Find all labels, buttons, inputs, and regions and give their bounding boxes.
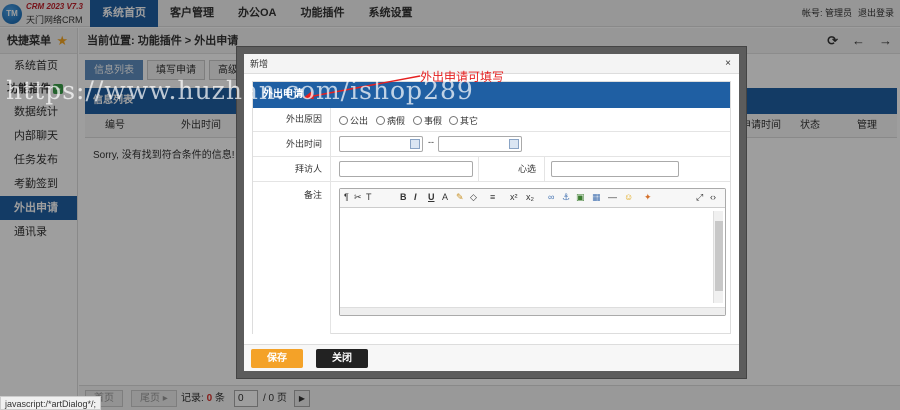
select-label: 心选 [478,157,545,181]
radio-circle[interactable] [376,116,385,125]
note-label: 备注 [253,182,331,334]
fullscreen-icon[interactable]: ⤢ [696,192,703,203]
note-row: 备注 ¶ ✂ T B I U A ✎ ◇ ≡ x² x₂ ∞ ⚓ ▣ ▦ — ☺… [253,182,730,334]
reason-personal-label: 事假 [424,116,443,126]
clear-format-icon[interactable]: ✂ [354,192,362,203]
reason-sick-label: 病假 [387,116,406,126]
reason-other-label: 其它 [460,116,479,126]
visitor-input[interactable] [339,161,473,177]
time-row: 外出时间 -- [253,132,730,157]
date-separator: -- [428,137,434,147]
anchor-icon[interactable]: ⚓ [562,192,570,203]
underline-icon[interactable]: U [428,192,435,202]
rich-text-editor[interactable]: ¶ ✂ T B I U A ✎ ◇ ≡ x² x₂ ∞ ⚓ ▣ ▦ — ☺ ✦ … [339,188,726,316]
eraser-icon[interactable]: ◇ [470,192,477,203]
highlight-icon[interactable]: ✎ [456,192,464,203]
radio-circle[interactable] [449,116,458,125]
radio-circle[interactable] [339,116,348,125]
reason-option-personal[interactable]: 事假 [413,114,442,127]
close-icon[interactable]: × [725,54,731,74]
superscript-icon[interactable]: x² [510,192,518,202]
reason-option-sick[interactable]: 病假 [376,114,405,127]
reason-label: 外出原因 [253,108,331,131]
close-button[interactable]: 关闭 [316,349,368,368]
reason-row: 外出原因 公出 病假 事假 其它 [253,108,730,132]
reason-option-business[interactable]: 公出 [339,114,368,127]
emoticon-icon[interactable]: ☺ [624,192,633,202]
link-icon[interactable]: ∞ [548,192,554,202]
editor-scrollbar[interactable] [713,211,723,303]
editor-resize-handle[interactable] [340,307,725,315]
watermark: https://www.huzhan.com/ishop289 [6,76,474,105]
reason-option-other[interactable]: 其它 [449,114,478,127]
end-date-input[interactable] [438,136,522,152]
paragraph-icon[interactable]: ¶ [344,192,349,202]
calendar-icon[interactable] [410,139,420,149]
visitor-row: 拜访人 心选 [253,157,730,182]
source-code-icon[interactable]: ‹› [710,192,716,202]
hr-icon[interactable]: — [608,192,617,202]
radio-circle[interactable] [413,116,422,125]
font-color-icon[interactable]: A [442,192,448,202]
subscript-icon[interactable]: x₂ [526,192,534,202]
font-size-icon[interactable]: T [366,192,372,202]
editor-toolbar: ¶ ✂ T B I U A ✎ ◇ ≡ x² x₂ ∞ ⚓ ▣ ▦ — ☺ ✦ … [340,189,725,208]
save-button[interactable]: 保存 [251,349,303,368]
calendar-icon[interactable] [509,139,519,149]
reason-business-label: 公出 [350,116,369,126]
wand-icon[interactable]: ✦ [644,192,652,203]
status-bar: javascript:/*artDialog*/; [0,396,102,410]
dialog-title: 新增 [250,59,269,69]
dialog-form: 外出申请 外出原因 公出 病假 事假 其它 外出时间 -- 拜访人 心选 备注 … [252,81,731,334]
align-icon[interactable]: ≡ [490,192,495,202]
time-label: 外出时间 [253,132,331,156]
bold-icon[interactable]: B [400,192,407,202]
select-input[interactable] [551,161,679,177]
table-icon[interactable]: ▦ [592,192,601,203]
visitor-label: 拜访人 [253,157,331,181]
start-date-input[interactable] [339,136,423,152]
dialog-footer: 保存 关闭 [244,344,739,371]
italic-icon[interactable]: I [414,192,417,202]
image-icon[interactable]: ▣ [576,192,585,203]
scroll-thumb[interactable] [715,221,723,291]
